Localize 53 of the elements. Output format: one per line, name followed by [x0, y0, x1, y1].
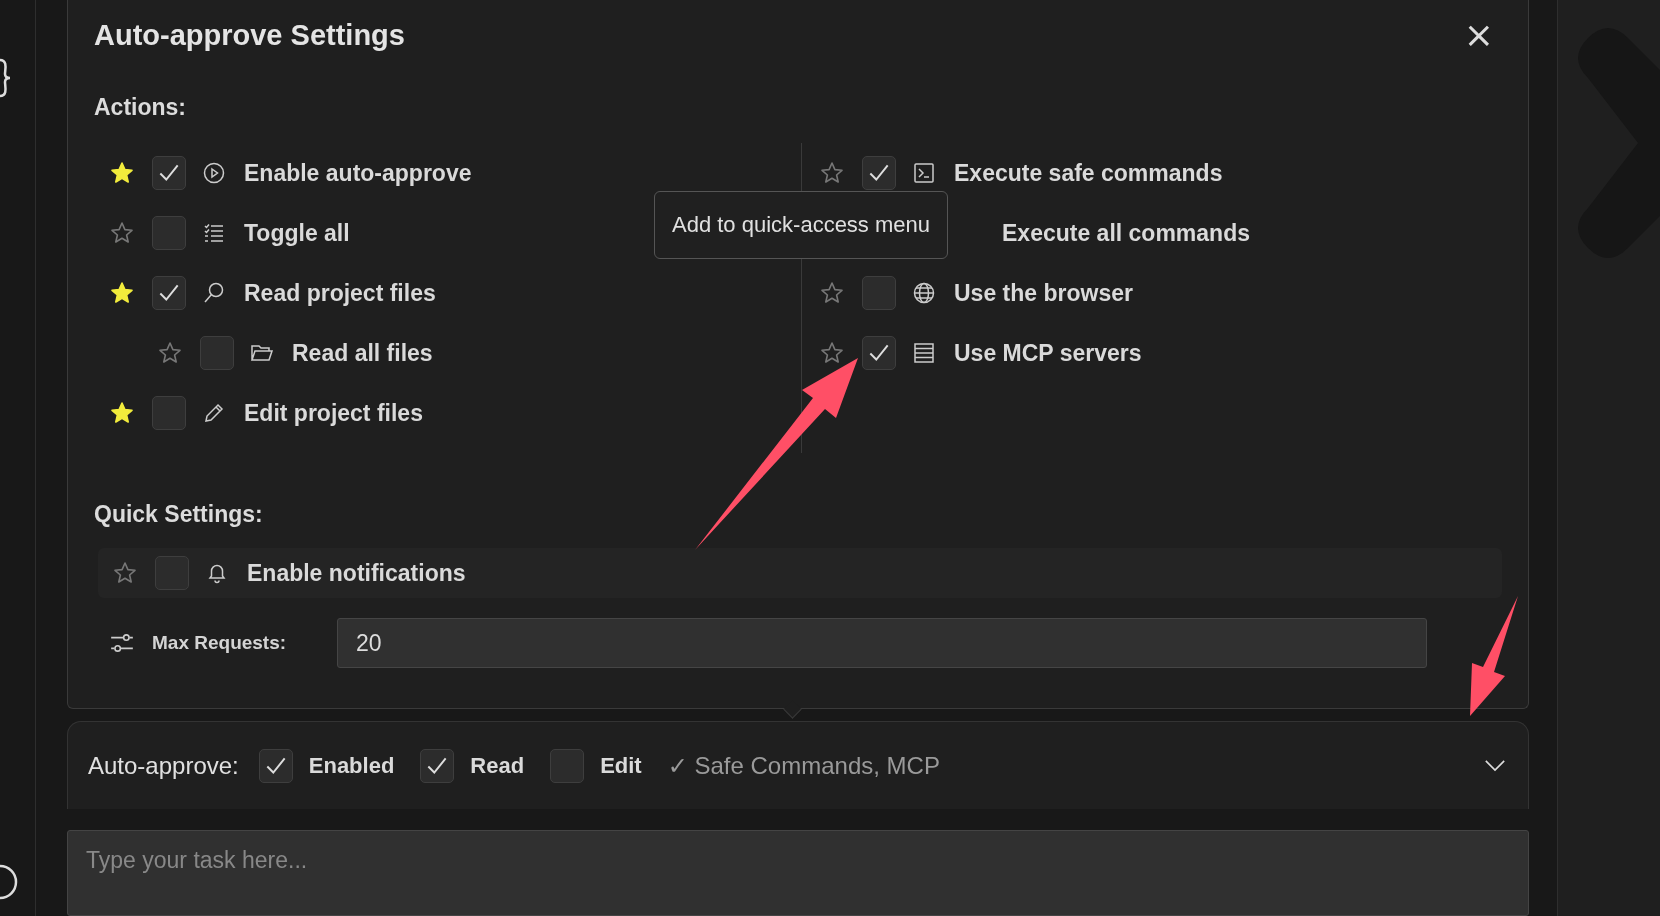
option-label: Read project files	[244, 279, 436, 307]
checkbox[interactable]	[152, 276, 186, 310]
option-label: Toggle all	[244, 219, 350, 247]
option-label: Execute safe commands	[954, 159, 1223, 187]
star-icon[interactable]	[110, 281, 134, 305]
server-icon	[912, 341, 936, 365]
section-heading: Actions:	[94, 94, 187, 121]
section-heading: Quick Settings:	[94, 501, 264, 528]
toggle-label: Enabled	[308, 752, 395, 779]
close-button[interactable]: ×	[1459, 17, 1498, 53]
field-label: Max Requests:	[152, 632, 288, 654]
option-label: Edit project files	[244, 399, 423, 427]
toggle-label: Read	[470, 752, 525, 779]
dialog-title: Auto-approve Settings	[94, 18, 405, 52]
bar-label: Auto-approve:	[88, 751, 239, 780]
list-icon	[202, 221, 226, 245]
checkbox[interactable]	[258, 748, 293, 783]
globe-icon	[912, 281, 936, 305]
checkbox[interactable]	[152, 156, 186, 190]
checkbox[interactable]	[420, 748, 455, 783]
summary-text: ✓ Safe Commands, MCP	[667, 751, 941, 780]
star-icon[interactable]	[820, 341, 844, 365]
checkbox[interactable]	[862, 336, 896, 370]
checkbox[interactable]	[152, 396, 186, 430]
task-input[interactable]: Type your task here...	[67, 830, 1529, 916]
star-icon[interactable]	[110, 161, 134, 185]
star-icon[interactable]	[820, 281, 844, 305]
toggle-label: Edit	[600, 752, 642, 779]
checkbox[interactable]	[862, 276, 896, 310]
option-label: Read all files	[292, 339, 433, 367]
checkbox[interactable]	[862, 156, 896, 190]
play-icon	[202, 161, 226, 185]
pencil-icon	[202, 401, 226, 425]
checkbox[interactable]	[155, 556, 189, 590]
star-icon[interactable]	[110, 221, 134, 245]
terminal-icon	[912, 161, 936, 185]
checkbox[interactable]	[200, 336, 234, 370]
braces-icon[interactable]	[0, 58, 12, 98]
search-icon	[202, 281, 226, 305]
star-icon[interactable]	[110, 401, 134, 425]
tooltip: Add to quick-access menu	[654, 191, 949, 259]
option-label: Enable notifications	[247, 559, 466, 587]
star-icon[interactable]	[820, 161, 844, 185]
option-label: Use the browser	[954, 279, 1133, 307]
checkbox[interactable]	[152, 216, 186, 250]
star-icon[interactable]	[158, 341, 182, 365]
option-label: Enable auto-approve	[244, 159, 472, 187]
chevron-down-icon[interactable]	[1484, 759, 1506, 772]
checkbox[interactable]	[550, 748, 585, 783]
option-label: Execute all commands	[1002, 219, 1250, 247]
max-requests-field[interactable]: 20	[337, 618, 1427, 668]
star-icon[interactable]	[113, 561, 137, 585]
option-label: Use MCP servers	[954, 339, 1142, 367]
